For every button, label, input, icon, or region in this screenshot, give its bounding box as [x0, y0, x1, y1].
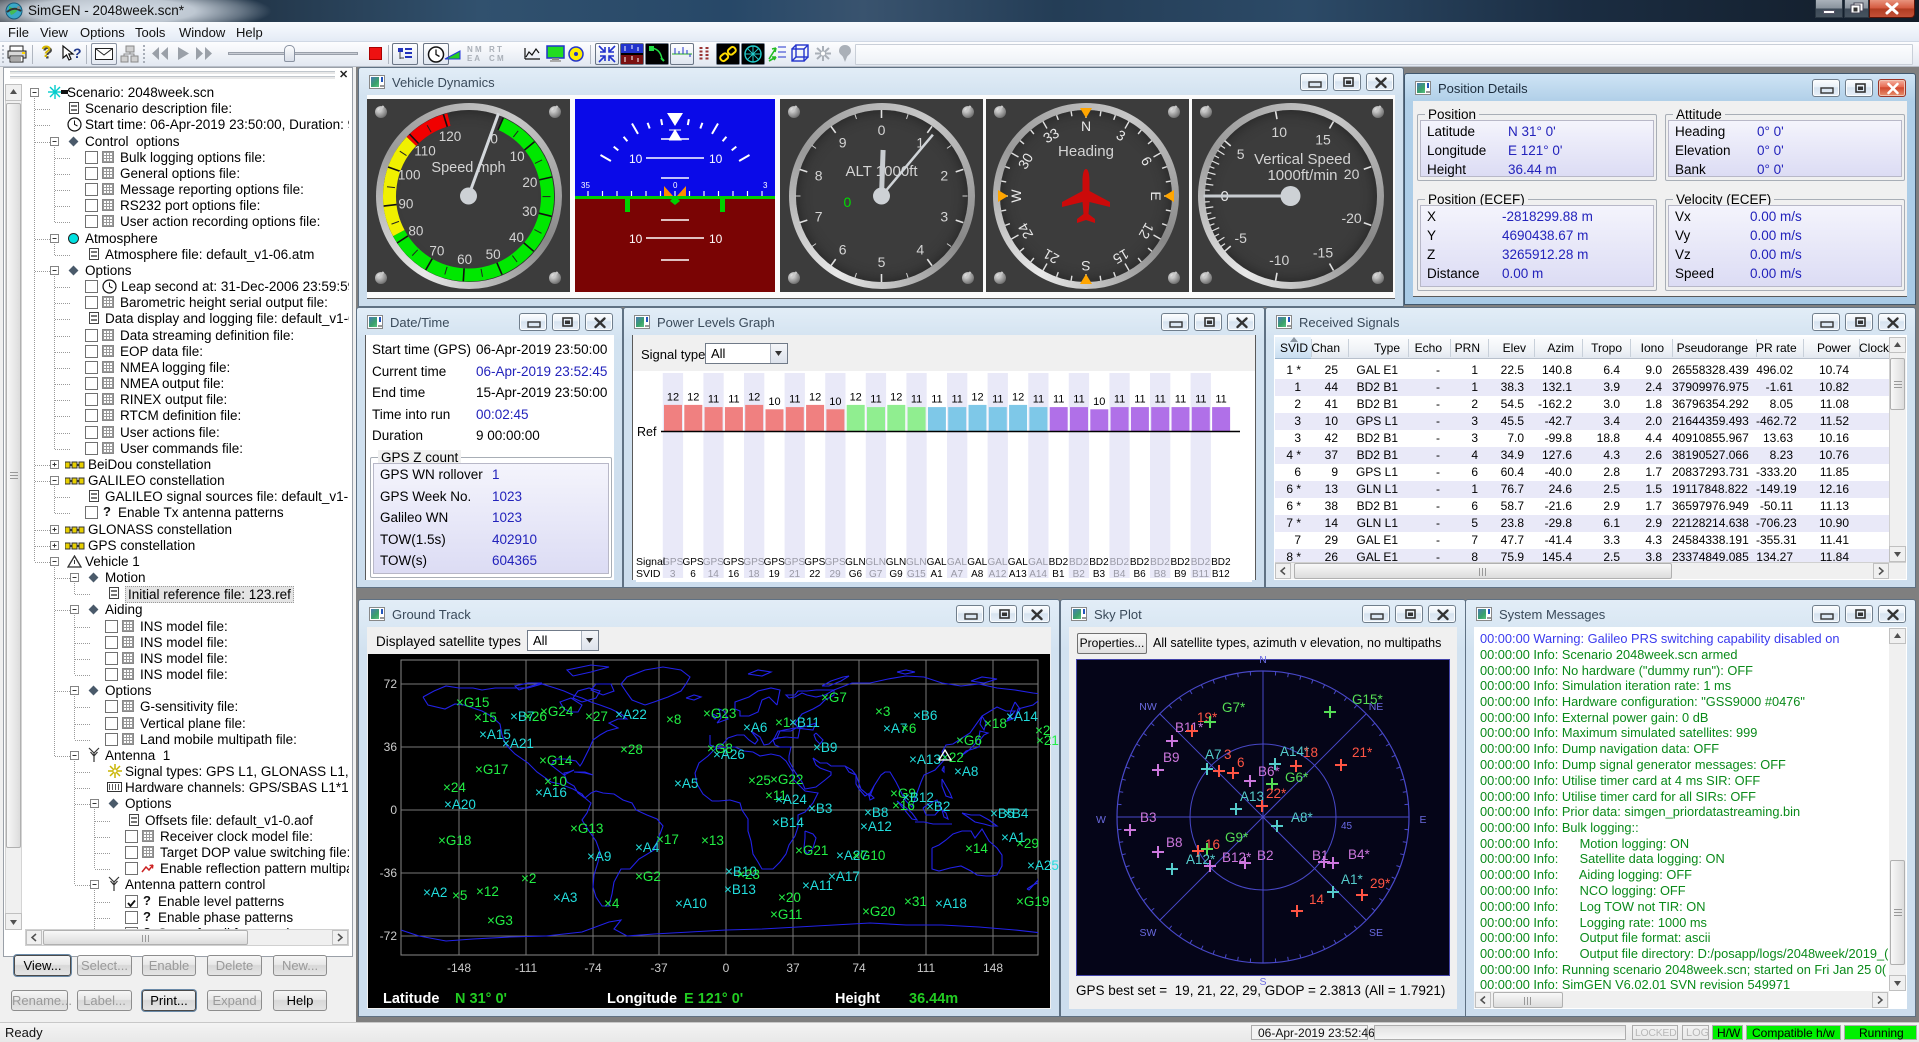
svg-text:6: 6 [1237, 755, 1245, 770]
svg-text:A1*: A1* [1341, 872, 1364, 887]
svg-text:29*: 29* [1370, 876, 1391, 891]
svg-text:A8*: A8* [1291, 810, 1314, 825]
svg-text:B2: B2 [1257, 848, 1274, 863]
svg-text:G15*: G15* [1352, 692, 1384, 707]
svg-text:NW: NW [1139, 701, 1157, 713]
svg-text:14: 14 [1309, 892, 1325, 907]
svg-text:A12*: A12* [1186, 852, 1216, 867]
svg-text:18: 18 [1303, 745, 1318, 760]
svg-text:22*: 22* [1266, 786, 1287, 801]
svg-text:G9*: G9* [1225, 830, 1249, 845]
svg-text:B9: B9 [1163, 750, 1180, 765]
svg-text:G6*: G6* [1285, 770, 1309, 785]
svg-text:B3: B3 [1140, 810, 1157, 825]
svg-text:E: E [1419, 814, 1426, 826]
svg-text:A13: A13 [1240, 789, 1264, 804]
svg-text:B6*: B6* [1258, 764, 1281, 779]
svg-text:N: N [1259, 654, 1267, 666]
svg-text:21*: 21* [1352, 745, 1373, 760]
svg-text:B8: B8 [1166, 835, 1183, 850]
svg-text:SW: SW [1140, 927, 1157, 939]
svg-text:B4*: B4* [1348, 847, 1371, 862]
svg-text:W: W [1096, 814, 1106, 826]
svg-text:45: 45 [1341, 821, 1353, 832]
svg-text:B1: B1 [1312, 848, 1329, 863]
svg-text:A7: A7 [1205, 747, 1222, 762]
svg-text:SE: SE [1369, 927, 1383, 939]
svg-text:3: 3 [1224, 747, 1232, 762]
svg-text:G7*: G7* [1222, 700, 1246, 715]
